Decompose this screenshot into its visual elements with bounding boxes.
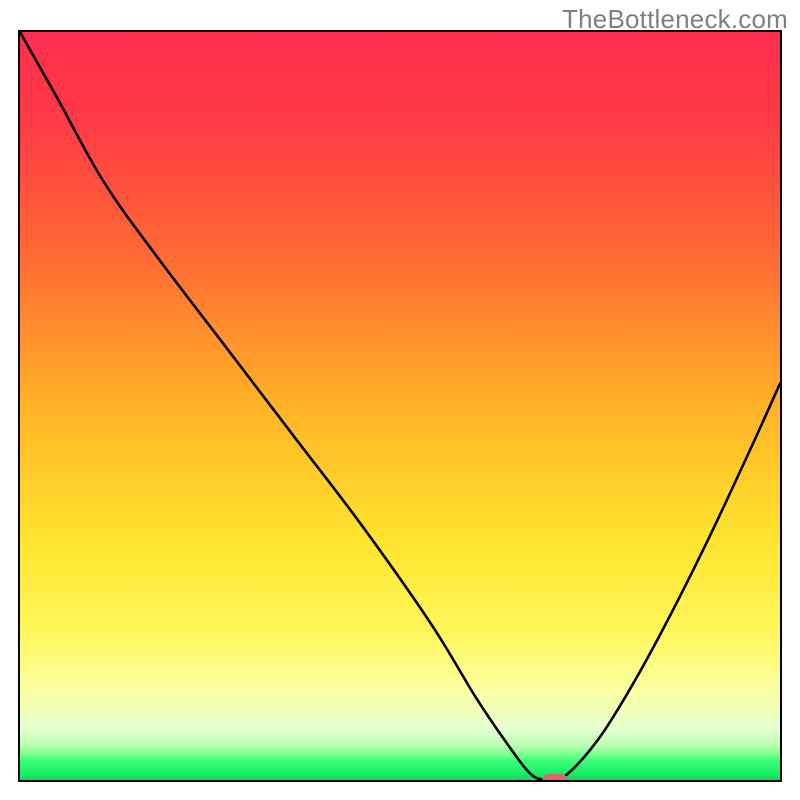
optimal-marker: [542, 774, 568, 782]
plot-area: [18, 30, 782, 782]
bottleneck-curve: [20, 32, 780, 780]
chart-container: TheBottleneck.com: [0, 0, 800, 800]
